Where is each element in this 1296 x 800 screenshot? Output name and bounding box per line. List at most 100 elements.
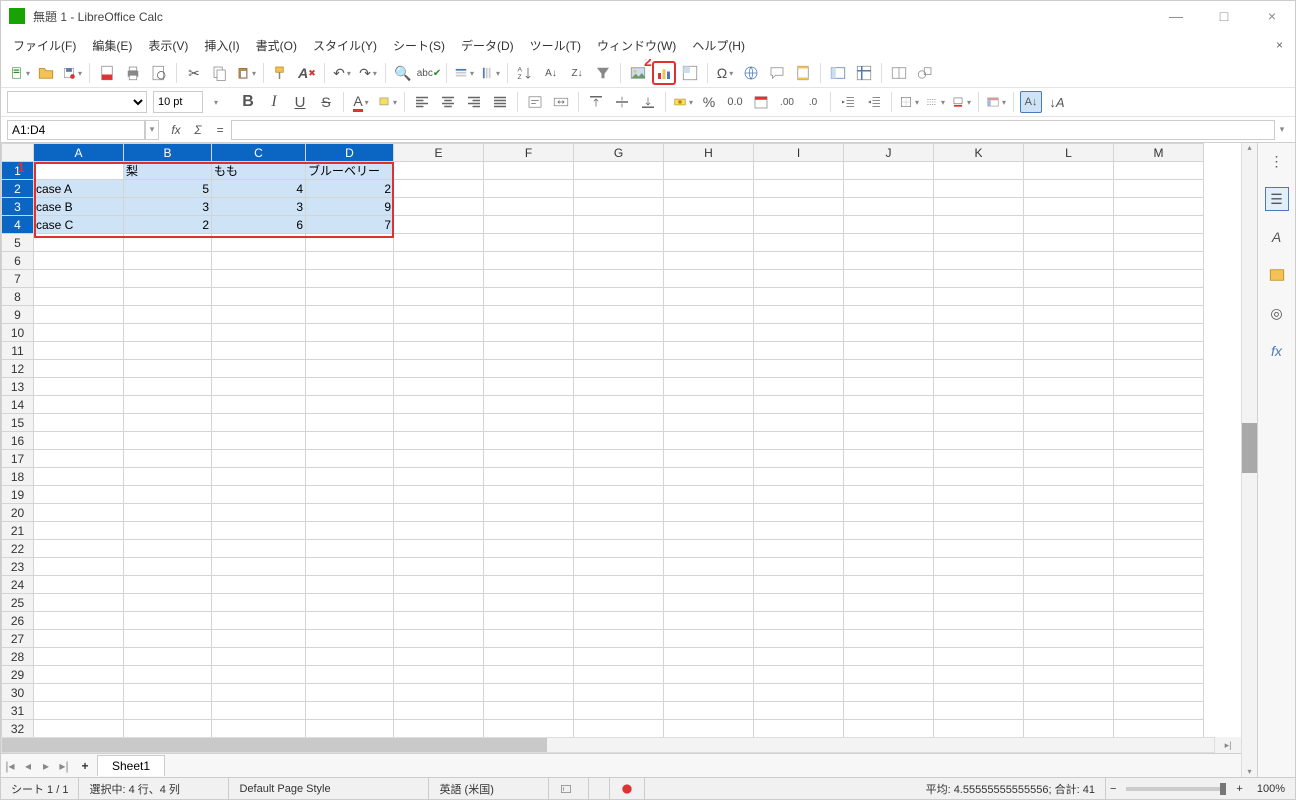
cell-D11[interactable] bbox=[306, 342, 394, 360]
cell-M28[interactable] bbox=[1114, 648, 1204, 666]
cell-H11[interactable] bbox=[664, 342, 754, 360]
sidebar-properties-icon[interactable]: ☰ bbox=[1265, 187, 1289, 211]
tab-prev-icon[interactable]: ◂ bbox=[19, 759, 37, 773]
cell-F20[interactable] bbox=[484, 504, 574, 522]
status-selection-mode[interactable] bbox=[589, 778, 610, 799]
cell-G18[interactable] bbox=[574, 468, 664, 486]
cell-I8[interactable] bbox=[754, 288, 844, 306]
cell-M3[interactable] bbox=[1114, 198, 1204, 216]
cell-L5[interactable] bbox=[1024, 234, 1114, 252]
valign-top-icon[interactable] bbox=[585, 91, 607, 113]
row-header-9[interactable]: 9 bbox=[2, 306, 34, 324]
cell-M24[interactable] bbox=[1114, 576, 1204, 594]
cut-icon[interactable]: ✂ bbox=[183, 62, 205, 84]
cell-A29[interactable] bbox=[34, 666, 124, 684]
cell-A26[interactable] bbox=[34, 612, 124, 630]
cell-F23[interactable] bbox=[484, 558, 574, 576]
clone-format-icon[interactable] bbox=[270, 62, 292, 84]
cell-C3[interactable]: 3 bbox=[212, 198, 306, 216]
sidebar-functions-icon[interactable]: fx bbox=[1265, 339, 1289, 363]
cell-C23[interactable] bbox=[212, 558, 306, 576]
cell-E29[interactable] bbox=[394, 666, 484, 684]
row-header-19[interactable]: 19 bbox=[2, 486, 34, 504]
row-header-24[interactable]: 24 bbox=[2, 576, 34, 594]
cell-J19[interactable] bbox=[844, 486, 934, 504]
cell-J26[interactable] bbox=[844, 612, 934, 630]
cell-J32[interactable] bbox=[844, 720, 934, 738]
cell-J29[interactable] bbox=[844, 666, 934, 684]
decrease-indent-icon[interactable] bbox=[863, 91, 885, 113]
cell-B26[interactable] bbox=[124, 612, 212, 630]
cell-H23[interactable] bbox=[664, 558, 754, 576]
cell-G26[interactable] bbox=[574, 612, 664, 630]
cell-D9[interactable] bbox=[306, 306, 394, 324]
cell-J25[interactable] bbox=[844, 594, 934, 612]
cell-H21[interactable] bbox=[664, 522, 754, 540]
cell-D3[interactable]: 9 bbox=[306, 198, 394, 216]
print-preview-icon[interactable] bbox=[148, 62, 170, 84]
row-header-13[interactable]: 13 bbox=[2, 378, 34, 396]
cell-J17[interactable] bbox=[844, 450, 934, 468]
cell-D7[interactable] bbox=[306, 270, 394, 288]
cell-G15[interactable] bbox=[574, 414, 664, 432]
cell-E19[interactable] bbox=[394, 486, 484, 504]
cell-I26[interactable] bbox=[754, 612, 844, 630]
cell-J28[interactable] bbox=[844, 648, 934, 666]
cell-F5[interactable] bbox=[484, 234, 574, 252]
status-page-style[interactable]: Default Page Style bbox=[229, 778, 429, 799]
strikethrough-icon[interactable]: S bbox=[315, 91, 337, 113]
col-header-M[interactable]: M bbox=[1114, 144, 1204, 162]
cell-G25[interactable] bbox=[574, 594, 664, 612]
sort-icon[interactable]: AZ bbox=[514, 62, 536, 84]
cell-A1[interactable] bbox=[34, 162, 124, 180]
cell-L7[interactable] bbox=[1024, 270, 1114, 288]
cell-K20[interactable] bbox=[934, 504, 1024, 522]
row-header-6[interactable]: 6 bbox=[2, 252, 34, 270]
cell-M19[interactable] bbox=[1114, 486, 1204, 504]
cell-K11[interactable] bbox=[934, 342, 1024, 360]
cell-D13[interactable] bbox=[306, 378, 394, 396]
cell-H18[interactable] bbox=[664, 468, 754, 486]
cell-D8[interactable] bbox=[306, 288, 394, 306]
cell-J5[interactable] bbox=[844, 234, 934, 252]
cell-A21[interactable] bbox=[34, 522, 124, 540]
new-document-icon[interactable] bbox=[9, 62, 31, 84]
cell-E11[interactable] bbox=[394, 342, 484, 360]
cell-L17[interactable] bbox=[1024, 450, 1114, 468]
align-center-icon[interactable] bbox=[437, 91, 459, 113]
justify-icon[interactable] bbox=[489, 91, 511, 113]
cell-H30[interactable] bbox=[664, 684, 754, 702]
col-header-B[interactable]: B bbox=[124, 144, 212, 162]
cell-L3[interactable] bbox=[1024, 198, 1114, 216]
row-header-25[interactable]: 25 bbox=[2, 594, 34, 612]
cell-H5[interactable] bbox=[664, 234, 754, 252]
cell-L16[interactable] bbox=[1024, 432, 1114, 450]
cell-H17[interactable] bbox=[664, 450, 754, 468]
valign-middle-icon[interactable] bbox=[611, 91, 633, 113]
cell-J11[interactable] bbox=[844, 342, 934, 360]
cell-J9[interactable] bbox=[844, 306, 934, 324]
cell-C29[interactable] bbox=[212, 666, 306, 684]
cell-F31[interactable] bbox=[484, 702, 574, 720]
cell-M32[interactable] bbox=[1114, 720, 1204, 738]
undo-icon[interactable]: ↶ bbox=[331, 62, 353, 84]
freeze-icon[interactable] bbox=[853, 62, 875, 84]
horizontal-scrollbar[interactable] bbox=[1, 737, 1215, 753]
cell-C1[interactable]: もも bbox=[212, 162, 306, 180]
cell-K18[interactable] bbox=[934, 468, 1024, 486]
cell-J14[interactable] bbox=[844, 396, 934, 414]
status-insert-mode[interactable] bbox=[549, 778, 589, 799]
cell-L26[interactable] bbox=[1024, 612, 1114, 630]
cell-L13[interactable] bbox=[1024, 378, 1114, 396]
cell-M25[interactable] bbox=[1114, 594, 1204, 612]
col-header-L[interactable]: L bbox=[1024, 144, 1114, 162]
cell-G12[interactable] bbox=[574, 360, 664, 378]
cell-L15[interactable] bbox=[1024, 414, 1114, 432]
cell-D26[interactable] bbox=[306, 612, 394, 630]
cell-C14[interactable] bbox=[212, 396, 306, 414]
cell-D32[interactable] bbox=[306, 720, 394, 738]
cell-H20[interactable] bbox=[664, 504, 754, 522]
percent-icon[interactable]: % bbox=[698, 91, 720, 113]
cell-C21[interactable] bbox=[212, 522, 306, 540]
cell-H32[interactable] bbox=[664, 720, 754, 738]
